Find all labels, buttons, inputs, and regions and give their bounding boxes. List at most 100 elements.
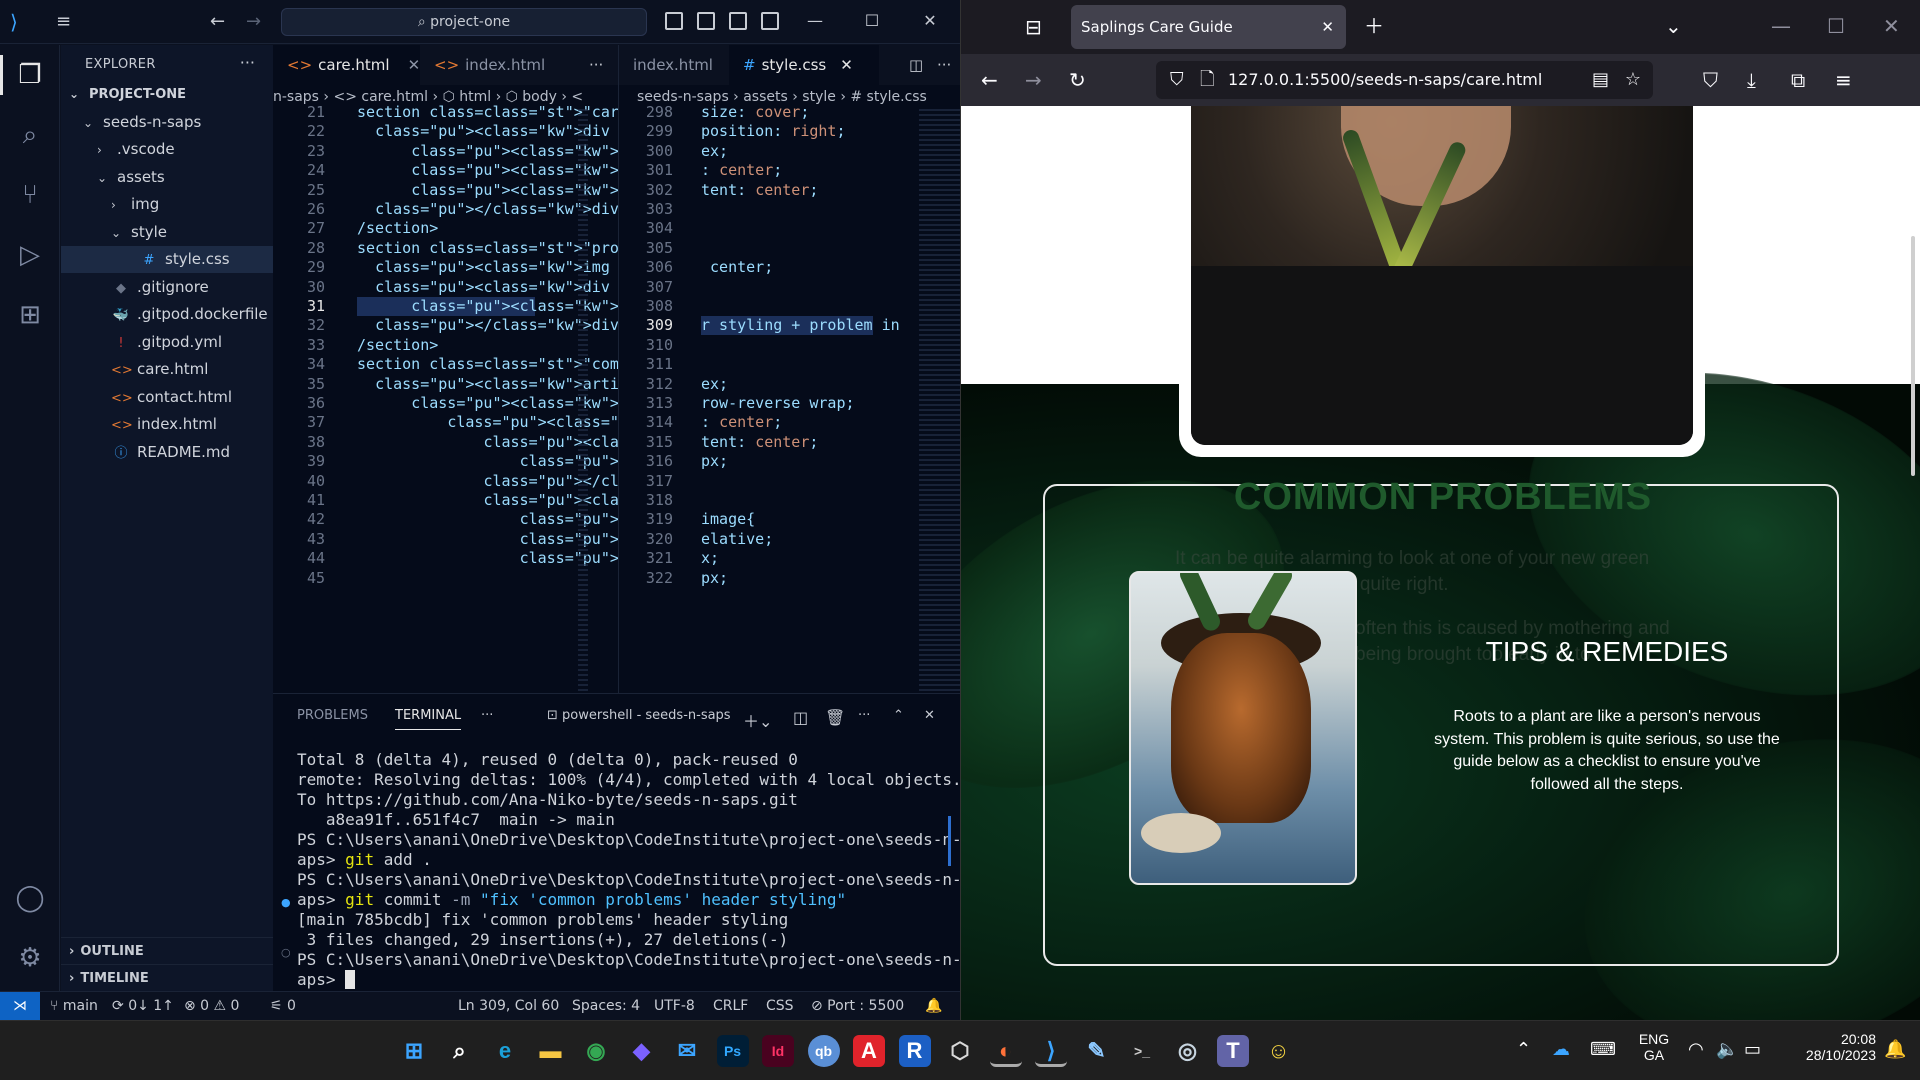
- tree-item[interactable]: 🐳 .gitpod.dockerfile: [61, 301, 273, 328]
- touch-keyboard-icon[interactable]: ⌨: [1590, 1039, 1616, 1060]
- search-icon[interactable]: ⌕: [10, 115, 50, 155]
- tree-item[interactable]: # style.css: [61, 246, 273, 273]
- onedrive-icon[interactable]: ☁: [1552, 1039, 1570, 1060]
- notification-bell-icon[interactable]: 🔔: [1884, 1039, 1906, 1060]
- line-endings[interactable]: CRLF: [713, 992, 748, 1020]
- app-menu-icon[interactable]: ≡: [1835, 68, 1852, 92]
- code-line[interactable]: : center;: [701, 413, 782, 431]
- editor-more-icon[interactable]: ···: [923, 45, 960, 85]
- tree-item[interactable]: <> contact.html: [61, 384, 273, 411]
- code-line[interactable]: elative;: [701, 530, 773, 548]
- tab-problems[interactable]: PROBLEMS: [297, 708, 368, 723]
- run-debug-icon[interactable]: ▷: [10, 235, 50, 275]
- photoshop-icon[interactable]: Ps: [716, 1035, 749, 1067]
- code-line[interactable]: /section>: [357, 219, 438, 237]
- account-icon[interactable]: ◯: [10, 878, 50, 918]
- tab-index-html[interactable]: index.html: [619, 45, 729, 85]
- tab-terminal[interactable]: TERMINAL: [395, 708, 462, 730]
- tree-item[interactable]: ⓘ README.md: [61, 439, 273, 466]
- language-indicator[interactable]: ENG GA: [1636, 1031, 1672, 1063]
- toggle-panel-icon[interactable]: [697, 12, 715, 30]
- code-line[interactable]: r styling + problem in: [701, 316, 900, 334]
- tab-index-html[interactable]: <> index.html: [420, 45, 568, 85]
- search-icon[interactable]: ⌕: [444, 1035, 476, 1067]
- editor-more-icon[interactable]: ···: [575, 45, 615, 85]
- revit-icon[interactable]: R: [898, 1035, 931, 1067]
- code-line[interactable]: px;: [701, 452, 728, 470]
- box3d-icon[interactable]: ⬡: [944, 1035, 976, 1067]
- page-scrollbar[interactable]: [1911, 236, 1915, 476]
- code-line[interactable]: size: cover;: [701, 103, 809, 121]
- toggle-sidebar-icon[interactable]: [665, 12, 683, 30]
- list-tabs-chevron-icon[interactable]: ⌄: [1665, 14, 1682, 38]
- minimize-icon[interactable]: —: [804, 10, 826, 32]
- split-terminal-icon[interactable]: ◫: [793, 708, 808, 727]
- close-window-icon[interactable]: ✕: [1883, 14, 1900, 38]
- more-actions-icon[interactable]: ···: [240, 53, 255, 72]
- code-line[interactable]: tent: center;: [701, 433, 818, 451]
- code-line[interactable]: class="pu"><class="kw">article>: [357, 375, 655, 393]
- battery-icon[interactable]: ▭: [1744, 1039, 1761, 1060]
- terminal-scrollbar[interactable]: [948, 816, 951, 866]
- indesign-icon[interactable]: Id: [762, 1035, 794, 1067]
- new-terminal-icon[interactable]: ＋⌄: [743, 708, 772, 732]
- tree-item[interactable]: ◆ .gitignore: [61, 274, 273, 301]
- terminal-icon[interactable]: >_: [1126, 1035, 1158, 1067]
- branch-status[interactable]: ⑂ main: [50, 992, 98, 1020]
- back-arrow-icon[interactable]: ←: [981, 68, 998, 92]
- tab-style-css[interactable]: # style.css ✕: [729, 45, 879, 85]
- tab-overview-icon[interactable]: ⊟: [1025, 15, 1042, 39]
- new-tab-icon[interactable]: ＋: [1364, 14, 1384, 38]
- close-panel-icon[interactable]: ✕: [924, 708, 935, 723]
- back-arrow-icon[interactable]: ←: [210, 11, 225, 33]
- source-control-icon[interactable]: ⑂: [10, 175, 50, 215]
- tree-item[interactable]: ⌄ assets: [61, 164, 273, 191]
- tree-item[interactable]: <> care.html: [61, 356, 273, 383]
- forward-arrow-icon[interactable]: →: [1025, 68, 1042, 92]
- maximize-panel-icon[interactable]: ⌃: [893, 708, 904, 723]
- cursor-position[interactable]: Ln 309, Col 60: [458, 992, 559, 1020]
- sync-status[interactable]: ⟳ 0↓ 1↑: [112, 992, 174, 1020]
- edge-icon[interactable]: e: [489, 1035, 521, 1067]
- steam-icon[interactable]: ◎: [1172, 1035, 1204, 1067]
- menu-icon[interactable]: ≡: [56, 12, 76, 32]
- tree-item[interactable]: <> index.html: [61, 411, 273, 438]
- code-line[interactable]: section class=class="st">"problem: [357, 239, 655, 257]
- remote-icon[interactable]: ⋊: [0, 992, 40, 1020]
- panel-more-icon[interactable]: ···: [481, 708, 493, 723]
- file-explorer-icon[interactable]: ▬: [535, 1035, 567, 1067]
- live-server-port[interactable]: ⊘ Port : 5500: [811, 992, 904, 1020]
- maximize-icon[interactable]: ☐: [861, 10, 883, 32]
- terminal-output[interactable]: Total 8 (delta 4), reused 0 (delta 0), p…: [297, 750, 960, 990]
- minimap[interactable]: [578, 109, 588, 691]
- show-hidden-icons-chevron-icon[interactable]: ⌃: [1516, 1039, 1531, 1060]
- notepad-icon[interactable]: ✎: [1081, 1035, 1113, 1067]
- firefox-icon[interactable]: ◐: [989, 1035, 1022, 1067]
- tab-close-icon[interactable]: ✕: [1321, 5, 1334, 49]
- editor-care-html[interactable]: <> care.html ✕ <> index.html ··· n-saps › <…: [273, 45, 960, 693]
- code-line[interactable]: center;: [701, 258, 773, 276]
- panel-actions-icon[interactable]: ···: [858, 708, 870, 723]
- command-search-input[interactable]: ⌕ project-one: [281, 8, 647, 36]
- reader-view-icon[interactable]: ▤: [1592, 61, 1609, 99]
- autocad-icon[interactable]: A: [853, 1035, 885, 1067]
- emoji-icon[interactable]: ☺: [1263, 1035, 1295, 1067]
- editor-style-css[interactable]: index.html # style.css ✕ ◫ ··· seeds-n-sap…: [618, 45, 960, 693]
- pocket-icon[interactable]: ⛉: [1703, 68, 1718, 92]
- tree-item[interactable]: › .vscode: [61, 136, 273, 163]
- tree-item[interactable]: ⌄ seeds-n-saps: [61, 109, 273, 136]
- notifications-bell-icon[interactable]: 🔔: [925, 992, 942, 1020]
- copilot-icon[interactable]: ◆: [626, 1035, 658, 1067]
- url-bar[interactable]: ⛉ 🗋 127.0.0.1:5500/seeds-n-saps/care.htm…: [1156, 61, 1653, 99]
- language-mode[interactable]: CSS: [766, 992, 794, 1020]
- start-icon[interactable]: ⊞: [398, 1035, 430, 1067]
- tree-item[interactable]: ⌄ style: [61, 219, 273, 246]
- extensions-icon[interactable]: ⊞: [10, 295, 50, 335]
- close-icon[interactable]: ✕: [919, 10, 941, 32]
- code-line[interactable]: ex;: [701, 142, 728, 160]
- explorer-icon[interactable]: ❐: [0, 55, 50, 95]
- extensions-icon[interactable]: ⧉: [1791, 68, 1805, 92]
- downloads-icon[interactable]: ⤓: [1747, 68, 1756, 92]
- bookmark-star-icon[interactable]: ☆: [1625, 61, 1641, 99]
- teams-icon[interactable]: T: [1217, 1035, 1249, 1067]
